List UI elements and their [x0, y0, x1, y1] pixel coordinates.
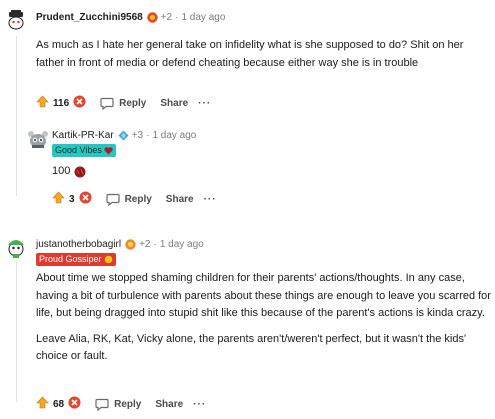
reply-label: Reply [114, 398, 142, 410]
share-button[interactable]: Share [160, 98, 188, 109]
timestamp[interactable]: 1 day ago [181, 12, 225, 23]
vote-count: 3 [69, 193, 75, 205]
more-options-icon[interactable]: ··· [204, 194, 217, 205]
comment-actions: 68 Reply Share ··· [36, 396, 206, 412]
reply-button[interactable]: Reply [95, 398, 141, 411]
downvote-icon[interactable] [79, 191, 92, 207]
separator-dot: · [153, 239, 157, 250]
downvote-icon[interactable] [68, 396, 81, 412]
comment-meta: Kartik-PR-Kar +3 · 1 day ago [52, 130, 196, 141]
heart-icon [104, 146, 113, 154]
comment-actions: 3 Reply Share ··· [52, 191, 217, 207]
flair-label: Good Vibes [55, 145, 102, 155]
share-button[interactable]: Share [166, 194, 194, 205]
reply-button[interactable]: Reply [105, 193, 152, 206]
upvote-icon[interactable] [36, 95, 49, 111]
comment-bubble-icon [105, 193, 120, 206]
timestamp[interactable]: 1 day ago [152, 130, 196, 141]
upvote-icon[interactable] [52, 191, 65, 207]
reply-label: Reply [124, 193, 152, 205]
timestamp[interactable]: 1 day ago [160, 239, 204, 250]
karma: +3 [131, 130, 144, 141]
comment-bubble-icon [100, 97, 114, 110]
avatar[interactable] [4, 8, 28, 32]
comment-paragraph: 100 [52, 165, 71, 177]
more-options-icon[interactable]: ··· [193, 399, 206, 410]
separator-dot: · [146, 130, 150, 141]
share-button[interactable]: Share [155, 399, 183, 410]
reply-label: Reply [119, 97, 147, 109]
more-options-icon[interactable]: ··· [198, 98, 211, 109]
separator-dot: · [175, 12, 179, 23]
user-flair: Proud Gossiper [36, 253, 116, 266]
comment-bubble-icon [95, 398, 109, 411]
vote-count: 68 [53, 398, 65, 410]
karma: +2 [160, 12, 173, 23]
comment-meta: justanotherbobagirl +2 · 1 day ago [36, 239, 204, 250]
thread-line [16, 36, 17, 196]
hundred-emoji-icon [74, 166, 86, 178]
username[interactable]: justanotherbobagirl [36, 239, 121, 250]
user-flair: Good Vibes [52, 144, 116, 157]
avatar[interactable] [4, 235, 28, 259]
avatar[interactable] [26, 127, 50, 151]
comment-actions: 116 Reply Share ··· [36, 95, 211, 111]
comment-paragraph: About time we stopped shaming children f… [36, 272, 491, 319]
comment-body: 100 [52, 163, 252, 181]
comment-body: As much as I hate her general take on in… [36, 37, 486, 80]
comment-body: About time we stopped shaming children f… [36, 270, 491, 374]
award-icon [125, 239, 136, 250]
comment-paragraph: As much as I hate her general take on in… [36, 39, 464, 69]
hand-emoji-icon [104, 255, 112, 264]
downvote-icon[interactable] [73, 95, 86, 111]
comment-paragraph: Leave Alia, RK, Kat, Vicky alone, the pa… [36, 332, 467, 363]
reply-button[interactable]: Reply [100, 97, 146, 110]
flair-label: Proud Gossiper [39, 254, 102, 264]
comment-meta: Prudent_Zucchini9568 +2 · 1 day ago [36, 12, 225, 23]
award-icon [147, 12, 158, 23]
upvote-icon[interactable] [36, 396, 49, 412]
username[interactable]: Prudent_Zucchini9568 [36, 12, 143, 23]
vote-count: 116 [53, 97, 70, 109]
karma: +2 [139, 239, 151, 250]
thread-line [16, 262, 17, 402]
username[interactable]: Kartik-PR-Kar [52, 130, 114, 141]
diamond-award-icon [118, 130, 129, 141]
